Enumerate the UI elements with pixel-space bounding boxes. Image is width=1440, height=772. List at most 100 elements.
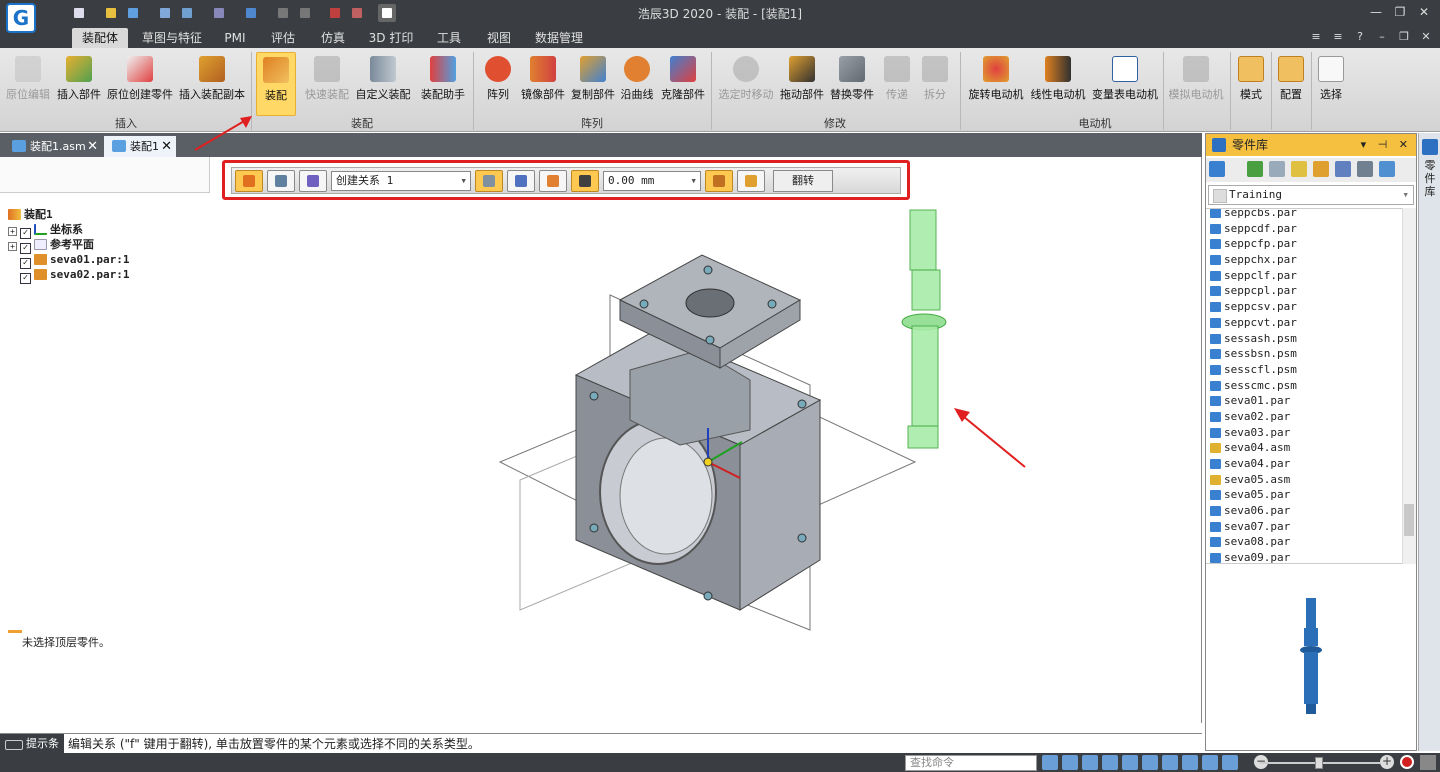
- list-item[interactable]: seppclf.par: [1206, 268, 1416, 284]
- move-when-selected-button[interactable]: 选定时移动: [716, 52, 776, 116]
- doc-restore-icon[interactable]: ❐: [1396, 29, 1412, 45]
- up-folder-icon[interactable]: [1291, 161, 1307, 177]
- minimize-icon[interactable]: —: [1364, 2, 1388, 22]
- list-item[interactable]: seva07.par: [1206, 519, 1416, 535]
- 3d-viewport[interactable]: [480, 200, 1040, 640]
- offset-type-icon[interactable]: [539, 169, 567, 192]
- insert-part-button[interactable]: 插入部件: [56, 52, 102, 116]
- copy-part-button[interactable]: 复制部件: [570, 52, 616, 116]
- shaft-part[interactable]: [901, 209, 947, 449]
- tab-simulation[interactable]: 仿真: [312, 28, 354, 48]
- expand-icon[interactable]: +: [8, 242, 17, 251]
- list-item[interactable]: seppcvt.par: [1206, 315, 1416, 331]
- folder-select[interactable]: Training: [1208, 185, 1414, 205]
- assembly-assistant-button[interactable]: 装配助手: [418, 52, 468, 116]
- status-menu-icon[interactable]: [1420, 755, 1436, 770]
- mode-button[interactable]: 模式: [1234, 52, 1268, 116]
- fit-icon[interactable]: [1062, 755, 1078, 770]
- assemble-step-icon[interactable]: [235, 169, 263, 192]
- rotate-icon[interactable]: [1142, 755, 1158, 770]
- assemble-button[interactable]: 装配: [256, 52, 296, 116]
- list-item[interactable]: seppcdf.par: [1206, 221, 1416, 237]
- config-button[interactable]: 配置: [1274, 52, 1308, 116]
- restore-icon[interactable]: ❐: [1388, 2, 1412, 22]
- close-tab-icon[interactable]: ✕: [161, 136, 172, 157]
- filter-icon[interactable]: [1357, 161, 1373, 177]
- zoom-icon[interactable]: [1082, 755, 1098, 770]
- doc-close-icon[interactable]: ✕: [1418, 29, 1434, 45]
- inplace-create-part-button[interactable]: 原位创建零件: [106, 52, 174, 116]
- list-item[interactable]: seva01.par: [1206, 393, 1416, 409]
- tree-item-part[interactable]: ✓ seva02.par:1: [8, 267, 129, 284]
- tree-item-coordinate-systems[interactable]: + ✓ 坐标系: [8, 222, 129, 239]
- quick-assemble-button[interactable]: 快速装配: [304, 52, 350, 116]
- list-item[interactable]: seva04.asm: [1206, 440, 1416, 456]
- list-item[interactable]: sessash.psm: [1206, 331, 1416, 347]
- home-icon[interactable]: [1209, 161, 1225, 177]
- prompt-bar-label[interactable]: 提示条: [0, 734, 64, 754]
- variable-table-motor-button[interactable]: 变量表电动机: [1090, 52, 1160, 116]
- transfer-button[interactable]: 传递: [880, 52, 914, 116]
- command-search-input[interactable]: 查找命令: [905, 755, 1037, 771]
- clone-part-button[interactable]: 克隆部件: [660, 52, 706, 116]
- tab-3d-print[interactable]: 3D 打印: [362, 28, 420, 48]
- list-item[interactable]: seva08.par: [1206, 534, 1416, 550]
- display-mode-icon[interactable]: [1202, 755, 1218, 770]
- list-item[interactable]: sesscfl.psm: [1206, 362, 1416, 378]
- close-icon[interactable]: ✕: [1412, 2, 1436, 22]
- insert-assembly-copy-button[interactable]: 插入装配副本: [176, 52, 248, 116]
- theme-icon[interactable]: ≡: [1330, 29, 1346, 45]
- zoom-in-icon[interactable]: +: [1380, 755, 1394, 769]
- search-icon[interactable]: [1379, 161, 1395, 177]
- list-item[interactable]: seva05.asm: [1206, 472, 1416, 488]
- view-mode-icon[interactable]: [1335, 161, 1351, 177]
- tab-tools[interactable]: 工具: [428, 28, 470, 48]
- list-item[interactable]: seppcpl.par: [1206, 283, 1416, 299]
- flip-button[interactable]: 翻转: [773, 169, 833, 192]
- close-tab-icon[interactable]: ✕: [87, 136, 98, 157]
- mirror-part-button[interactable]: 镜像部件: [520, 52, 566, 116]
- tab-pmi[interactable]: PMI: [216, 28, 254, 48]
- pattern-button[interactable]: 阵列: [480, 52, 516, 116]
- pan-icon[interactable]: [1122, 755, 1138, 770]
- construction-display-icon[interactable]: [507, 169, 535, 192]
- simulate-motor-button[interactable]: 模拟电动机: [1166, 52, 1226, 116]
- flip-rotate-icon[interactable]: [705, 169, 733, 192]
- tab-sketch-features[interactable]: 草图与特征: [136, 28, 208, 48]
- tree-item-reference-planes[interactable]: + ✓ 参考平面: [8, 237, 129, 254]
- list-item[interactable]: seva05.par: [1206, 487, 1416, 503]
- linear-motor-button[interactable]: 线性电动机: [1028, 52, 1088, 116]
- parts-library-side-tab[interactable]: 零件库: [1418, 133, 1440, 751]
- shading-icon[interactable]: [1182, 755, 1198, 770]
- tab-evaluate[interactable]: 评估: [262, 28, 304, 48]
- tree-item-part[interactable]: ✓ seva01.par:1: [8, 252, 129, 269]
- valve-body[interactable]: [574, 254, 822, 611]
- arrow-icon[interactable]: [1042, 755, 1058, 770]
- along-curve-button[interactable]: 沿曲线: [618, 52, 656, 116]
- tree-root[interactable]: 装配1: [8, 207, 129, 222]
- fixed-offset-icon[interactable]: [571, 169, 599, 192]
- list-item[interactable]: seppcsv.par: [1206, 299, 1416, 315]
- custom-assemble-button[interactable]: 自定义装配: [354, 52, 412, 116]
- new-folder-icon[interactable]: [1313, 161, 1329, 177]
- list-item[interactable]: seva04.par: [1206, 456, 1416, 472]
- lock-rotation-icon[interactable]: [737, 169, 765, 192]
- list-item[interactable]: seppcfp.par: [1206, 236, 1416, 252]
- zoom-slider-thumb[interactable]: [1315, 757, 1323, 769]
- forward-icon[interactable]: [1269, 161, 1285, 177]
- panel-controls[interactable]: ▾ ⊣ ✕: [1361, 134, 1412, 156]
- back-icon[interactable]: [1247, 161, 1263, 177]
- list-item[interactable]: sesscmc.psm: [1206, 378, 1416, 394]
- offset-value-input[interactable]: 0.00 mm: [603, 170, 701, 191]
- select-button[interactable]: 选择: [1314, 52, 1348, 116]
- layout-icon[interactable]: ≡: [1308, 29, 1324, 45]
- scrollbar-thumb[interactable]: [1404, 504, 1414, 536]
- view-orientation-icon[interactable]: [1162, 755, 1178, 770]
- doc-minimize-icon[interactable]: –: [1374, 29, 1390, 45]
- list-item[interactable]: seppcbs.par: [1206, 209, 1416, 221]
- list-item[interactable]: sessbsn.psm: [1206, 346, 1416, 362]
- doc-tab-asm[interactable]: 装配1.asm ✕: [4, 136, 102, 157]
- tab-data-management[interactable]: 数据管理: [528, 28, 590, 48]
- tab-view[interactable]: 视图: [478, 28, 520, 48]
- relation-type-icon[interactable]: [299, 169, 327, 192]
